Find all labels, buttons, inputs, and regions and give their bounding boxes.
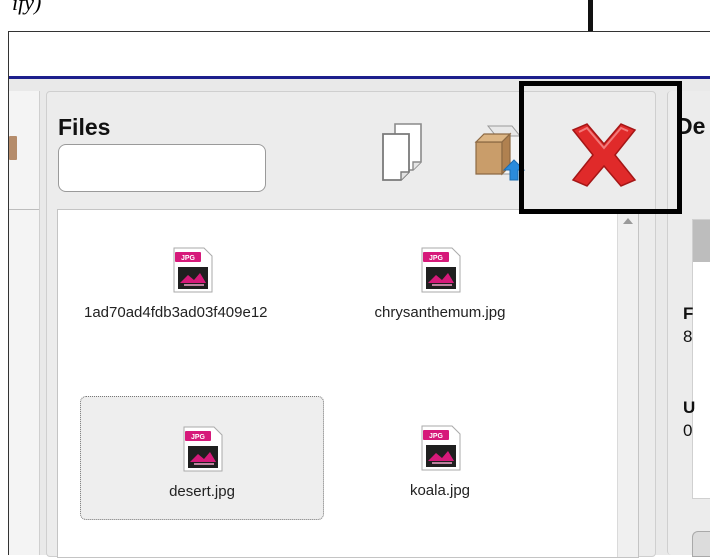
file-name: koala.jpg — [409, 482, 471, 499]
file-list-scrollbar[interactable] — [617, 210, 638, 557]
caption-fragment: ify) — [12, 0, 42, 15]
files-panel-title: Files — [58, 114, 111, 140]
files-search-input[interactable] — [58, 144, 266, 192]
details-value: 8 — [683, 327, 693, 346]
details-content — [692, 219, 710, 499]
copy-documents-icon — [382, 123, 422, 181]
details-tab[interactable] — [693, 220, 710, 262]
file-item[interactable]: JPG koala.jpg — [318, 396, 562, 520]
svg-text:JPG: JPG — [429, 255, 444, 262]
folder-icon — [9, 136, 17, 160]
jpg-file-icon: JPG — [173, 247, 213, 293]
file-list[interactable]: JPG 1ad70ad4fdb3ad03f409e12 JPG chrysant… — [57, 209, 639, 558]
details-label: F — [683, 304, 694, 323]
file-item[interactable]: JPG chrysanthemum.jpg — [318, 218, 562, 342]
svg-text:JPG: JPG — [181, 255, 196, 262]
svg-text:JPG: JPG — [191, 434, 206, 441]
left-panel-divider — [9, 209, 39, 210]
file-name: desert.jpg — [169, 483, 235, 500]
file-item-selected[interactable]: JPG desert.jpg — [80, 396, 324, 520]
copy-button[interactable] — [377, 116, 433, 184]
file-item[interactable]: JPG 1ad70ad4fdb3ad03f409e12 — [70, 218, 314, 342]
left-panel — [9, 91, 40, 555]
details-label: U — [683, 398, 696, 417]
file-name: chrysanthemum.jpg — [374, 304, 506, 321]
title-strip — [9, 32, 710, 76]
jpg-file-icon: JPG — [421, 247, 461, 293]
annotation-highlight-box — [519, 81, 682, 214]
scroll-up-arrow[interactable] — [623, 218, 633, 224]
jpg-file-icon: JPG — [183, 426, 223, 472]
title-accent-bar — [9, 76, 710, 79]
file-name: 1ad70ad4fdb3ad03f409e12 — [84, 304, 268, 321]
details-value: 0 — [683, 421, 693, 440]
details-bottom-control[interactable] — [692, 531, 710, 557]
svg-text:JPG: JPG — [429, 433, 444, 440]
jpg-file-icon: JPG — [421, 425, 461, 471]
